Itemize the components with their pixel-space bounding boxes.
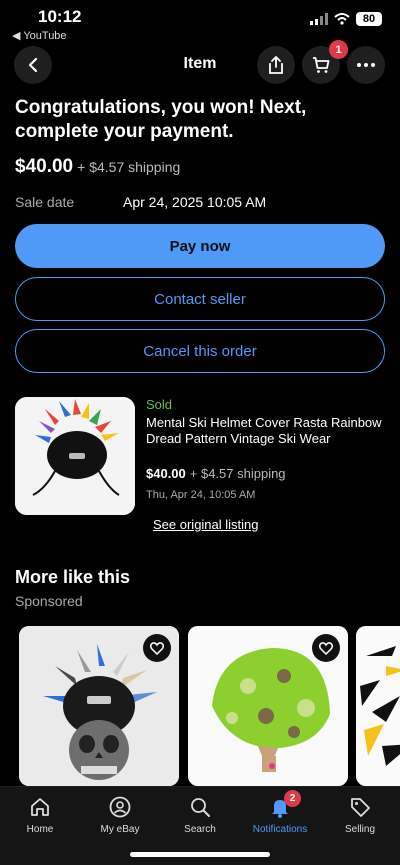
more-like-this-title: More like this xyxy=(15,567,131,587)
more-options-button[interactable] xyxy=(347,46,385,84)
item-shipping: + $4.57 shipping xyxy=(189,466,286,481)
item-title[interactable]: Mental Ski Helmet Cover Rasta Rainbow Dr… xyxy=(146,415,386,447)
ski-helmet-cover-image xyxy=(15,397,135,515)
tab-label: Search xyxy=(184,824,216,835)
signal-icon xyxy=(310,13,328,25)
status-bar: 10:12 ◀ YouTube 80 xyxy=(0,0,400,44)
watch-button[interactable] xyxy=(143,634,171,662)
recommended-card[interactable] xyxy=(19,626,179,786)
payment-headline: Congratulations, you won! Next, complete… xyxy=(15,97,307,142)
order-shipping: + $4.57 shipping xyxy=(77,159,181,175)
partial-hat-image xyxy=(356,626,400,786)
item-date: Thu, Apr 24, 10:05 AM xyxy=(146,489,256,501)
order-price: $40.00 xyxy=(15,156,74,177)
tab-notifications[interactable]: 2 Notifications xyxy=(240,790,320,835)
status-indicators: 80 xyxy=(310,12,382,26)
tab-my-ebay[interactable]: My eBay xyxy=(80,795,160,835)
back-button[interactable] xyxy=(14,46,52,84)
cart-count-badge: 1 xyxy=(329,40,348,59)
sale-date-label: Sale date xyxy=(15,194,75,210)
back-to-youtube-link[interactable]: ◀ YouTube xyxy=(12,29,67,42)
tab-label: Selling xyxy=(344,824,376,835)
home-indicator xyxy=(130,852,270,857)
tab-search[interactable]: Search xyxy=(160,795,240,835)
item-status: Sold xyxy=(146,397,173,412)
notification-count-badge: 2 xyxy=(284,790,301,807)
tab-label: Notifications xyxy=(252,824,308,835)
item-price-row: $40.00 + $4.57 shipping xyxy=(146,466,286,481)
status-time: 10:12 xyxy=(38,7,82,26)
wifi-icon xyxy=(334,13,350,25)
tab-selling[interactable]: Selling xyxy=(320,795,400,835)
order-price-row: $40.00 + $4.57 shipping xyxy=(15,156,180,178)
share-button[interactable] xyxy=(257,46,295,84)
recommended-card[interactable] xyxy=(188,626,348,786)
more-icon xyxy=(357,63,375,67)
tab-home[interactable]: Home xyxy=(0,795,80,835)
heart-icon xyxy=(319,641,333,655)
home-icon xyxy=(31,798,49,816)
contact-seller-button[interactable]: Contact seller xyxy=(15,277,385,321)
chevron-left-icon xyxy=(28,57,38,73)
cart-icon xyxy=(313,57,330,73)
tab-label: Home xyxy=(26,824,54,835)
cancel-order-button[interactable]: Cancel this order xyxy=(15,329,385,373)
recommended-card[interactable] xyxy=(356,626,400,786)
search-icon xyxy=(191,798,210,817)
item-price: $40.00 xyxy=(146,466,186,481)
tag-icon xyxy=(351,798,370,817)
watch-button[interactable] xyxy=(312,634,340,662)
battery-indicator: 80 xyxy=(356,12,382,26)
sale-date-value: Apr 24, 2025 10:05 AM xyxy=(123,194,267,210)
profile-icon xyxy=(109,796,131,818)
pay-now-button[interactable]: Pay now xyxy=(15,224,385,268)
item-thumbnail[interactable] xyxy=(15,397,135,515)
share-icon xyxy=(269,56,283,74)
heart-icon xyxy=(150,641,164,655)
sponsored-label: Sponsored xyxy=(15,593,83,609)
see-original-listing-link[interactable]: See original listing xyxy=(153,517,259,532)
tab-label: My eBay xyxy=(100,824,140,835)
